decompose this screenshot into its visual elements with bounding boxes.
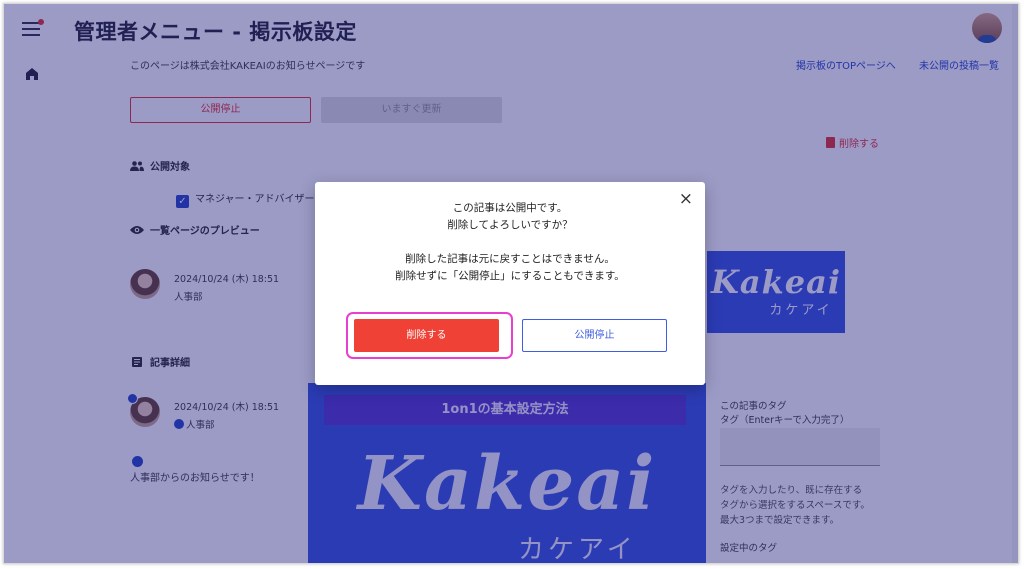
app-window: 管理者メニュー - 掲示板設定 このページは株式会社KAKEAIのお知らせページ…	[3, 3, 1019, 564]
delete-confirm-dialog: × この記事は公開中です。 削除してよろしいですか？ 削除した記事は元に戻すこと…	[315, 182, 705, 385]
confirm-delete-button[interactable]: 削除する	[354, 319, 499, 352]
dialog-unpublish-button[interactable]: 公開停止	[522, 319, 667, 352]
dialog-message-line: 削除してよろしいですか？	[447, 219, 573, 231]
dialog-warning-line: 削除せずに「公開停止」にすることもできます。	[395, 270, 625, 282]
dialog-warning-line: 削除した記事は元に戻すことはできません。	[405, 253, 615, 265]
dialog-message-line: この記事は公開中です。	[452, 202, 568, 214]
